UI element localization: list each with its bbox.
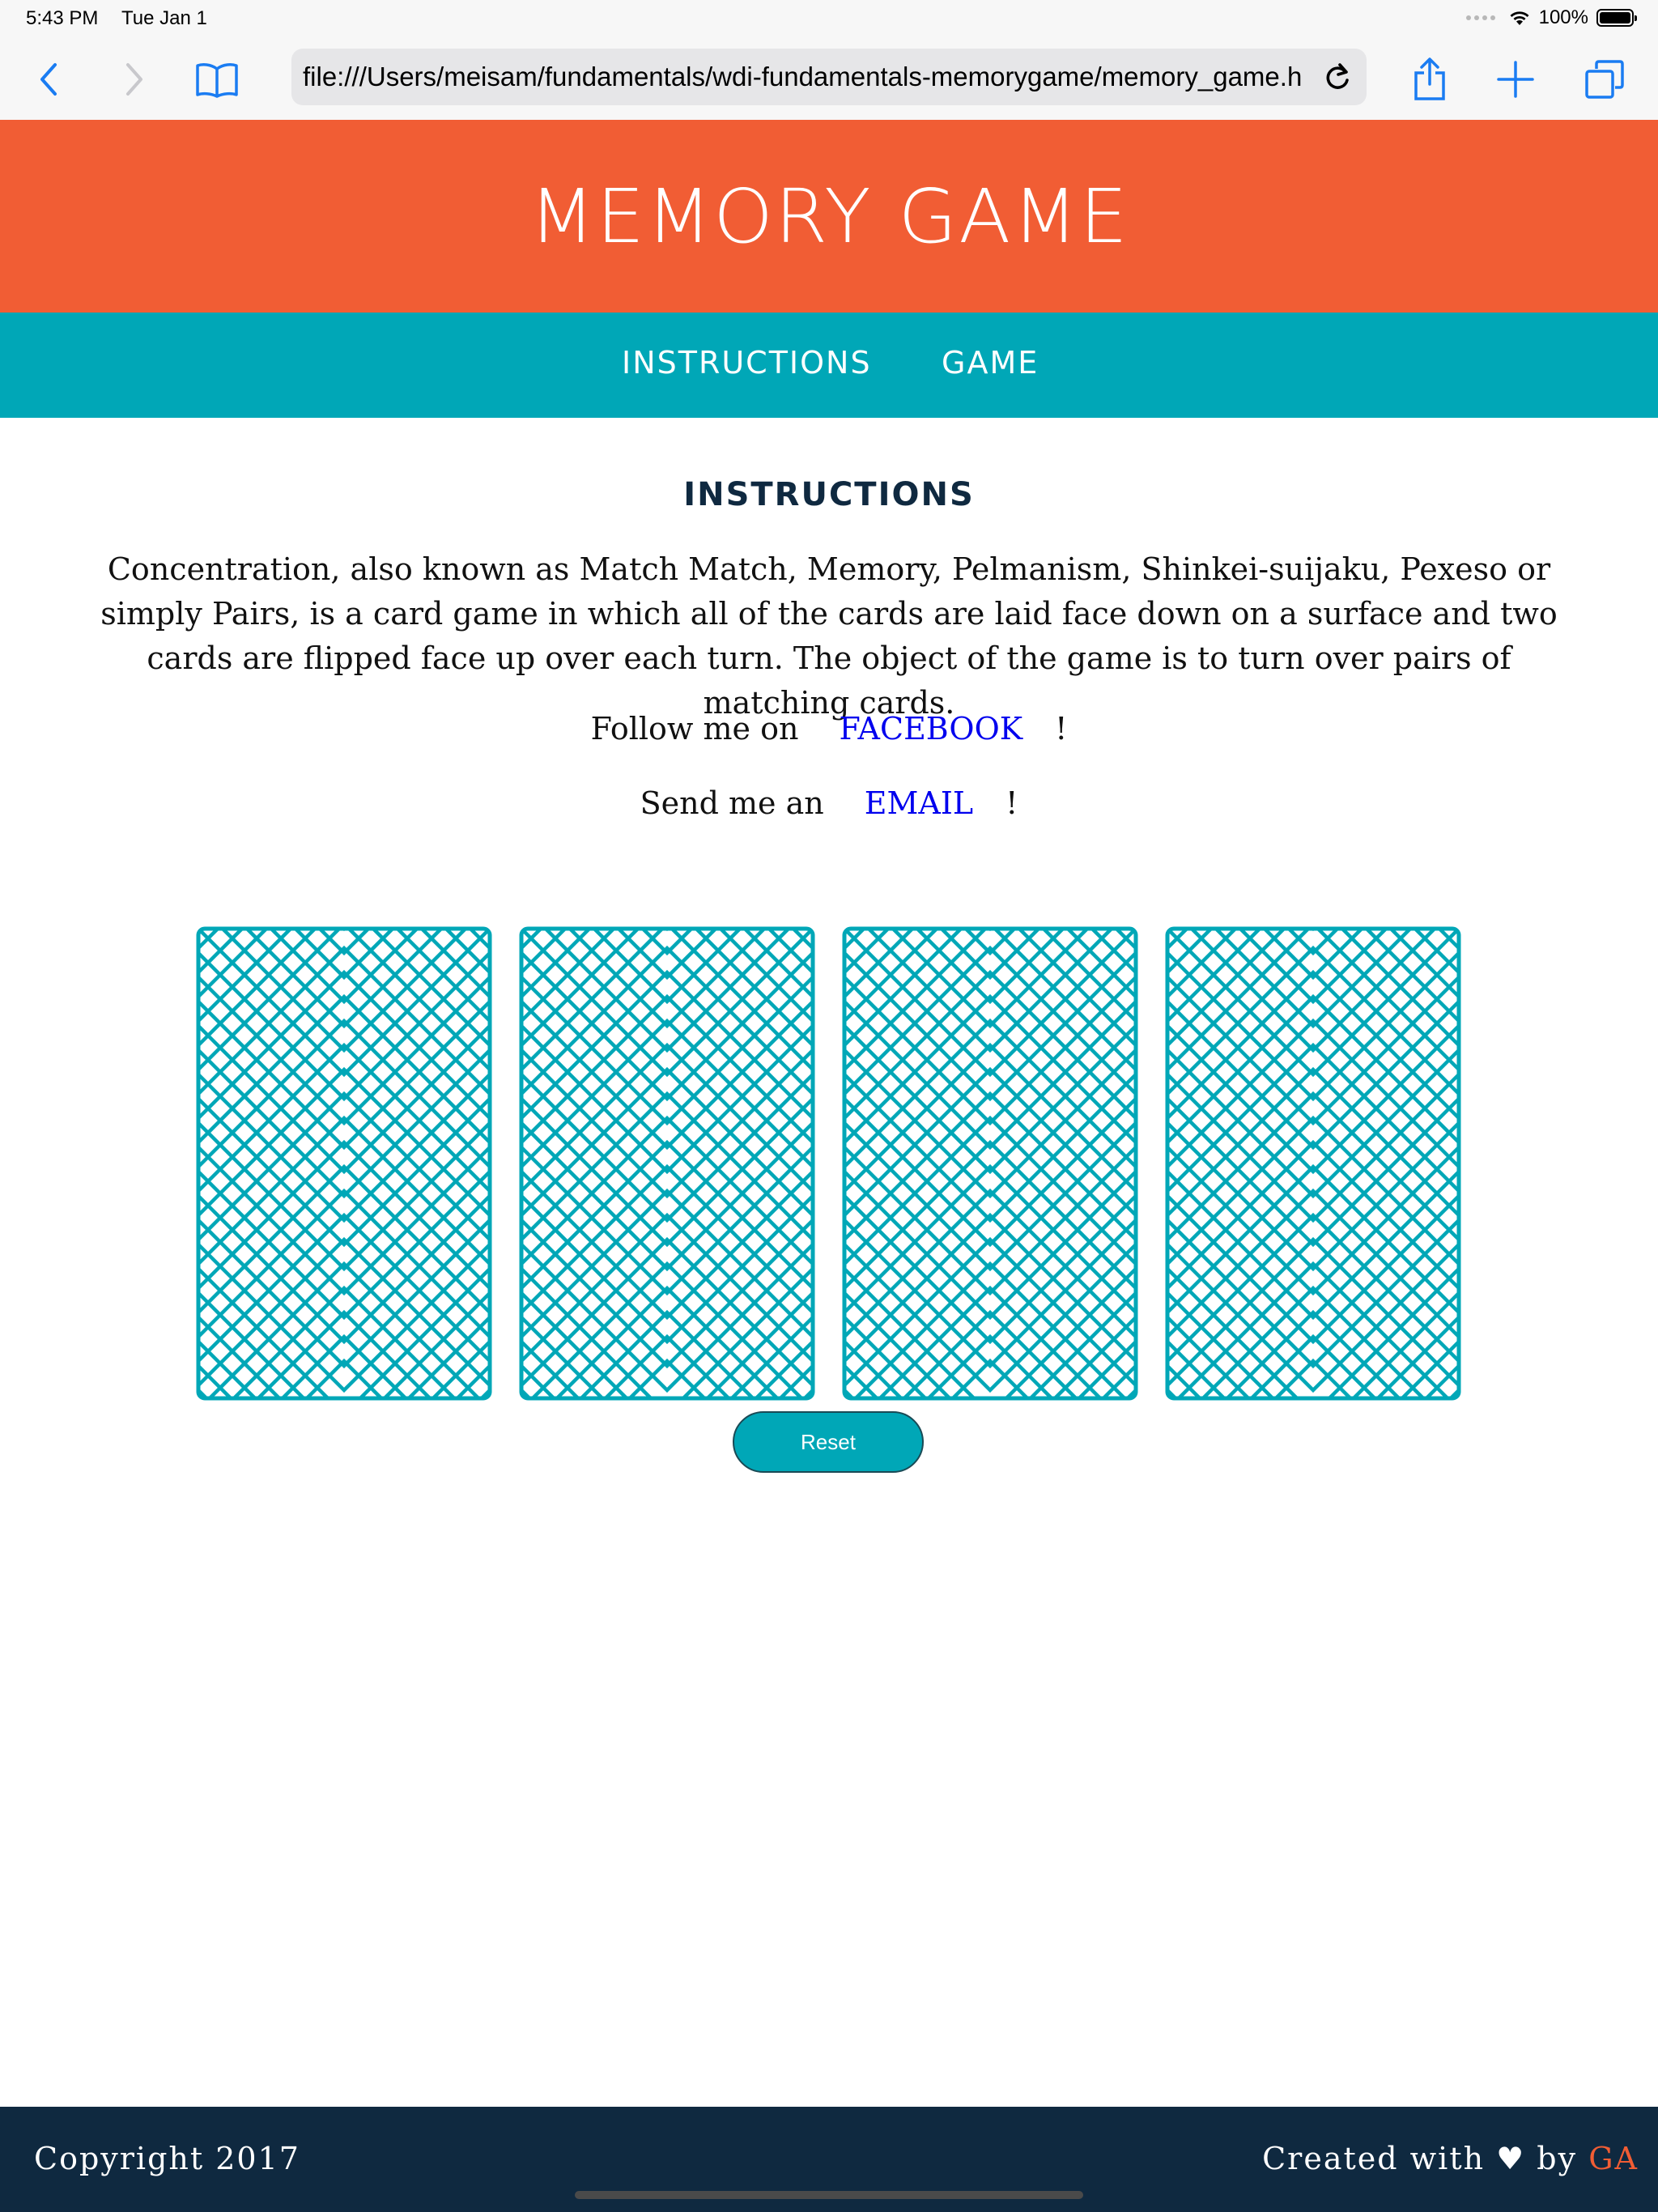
reset-button[interactable]: Reset <box>733 1411 924 1473</box>
main-nav: INSTRUCTIONS GAME <box>0 313 1658 418</box>
cellular-signal-icon <box>1465 15 1495 20</box>
browser-toolbar: file:///Users/meisam/fundamentals/wdi-fu… <box>0 39 1658 121</box>
email-line: Send me an EMAIL! <box>0 785 1658 821</box>
wifi-icon <box>1510 11 1529 25</box>
card-back[interactable] <box>842 926 1138 1401</box>
status-time: 5:43 PM <box>26 7 99 29</box>
facebook-link[interactable]: FACEBOOK <box>839 711 1022 747</box>
card-back[interactable] <box>1165 926 1461 1401</box>
follow-suffix: ! <box>1055 711 1068 747</box>
url-field[interactable]: file:///Users/meisam/fundamentals/wdi-fu… <box>291 49 1367 105</box>
follow-line: Follow me on FACEBOOK! <box>0 711 1658 747</box>
credit-prefix: Created with ♥ by <box>1262 2141 1578 2176</box>
forward-icon[interactable] <box>110 55 159 104</box>
email-suffix: ! <box>1005 785 1018 821</box>
game-board <box>196 926 1462 1401</box>
nav-instructions-link[interactable]: INSTRUCTIONS <box>622 345 872 381</box>
email-link[interactable]: EMAIL <box>865 785 973 821</box>
instructions-text: Concentration, also known as Match Match… <box>100 551 1558 721</box>
home-indicator <box>575 2191 1083 2199</box>
card-back[interactable] <box>519 926 815 1401</box>
status-bar: 5:43 PM Tue Jan 1 100% <box>0 0 1658 39</box>
ga-link[interactable]: GA <box>1588 2141 1639 2176</box>
share-icon[interactable] <box>1405 55 1454 104</box>
instructions-heading: INSTRUCTIONS <box>683 476 975 513</box>
status-indicators: 100% <box>1465 6 1637 29</box>
copyright-text: Copyright 2017 <box>34 2141 300 2176</box>
url-text: file:///Users/meisam/fundamentals/wdi-fu… <box>303 62 1302 91</box>
reload-icon[interactable] <box>1318 57 1357 96</box>
email-prefix: Send me an <box>640 785 824 821</box>
new-tab-icon[interactable] <box>1491 55 1540 104</box>
site-header: MEMORY GAME <box>0 120 1658 313</box>
battery-percent: 100% <box>1538 6 1588 28</box>
nav-game-link[interactable]: GAME <box>942 345 1039 381</box>
battery-icon <box>1596 9 1637 27</box>
back-icon[interactable] <box>24 55 73 104</box>
bookmarks-icon[interactable] <box>193 55 241 104</box>
card-back[interactable] <box>196 926 492 1401</box>
status-date: Tue Jan 1 <box>121 7 207 29</box>
follow-prefix: Follow me on <box>590 711 799 747</box>
battery-level <box>1600 12 1630 23</box>
credit-text: Created with ♥ by GA <box>1262 2141 1639 2176</box>
page-title: MEMORY GAME <box>529 172 1129 260</box>
tabs-icon[interactable] <box>1580 55 1629 104</box>
